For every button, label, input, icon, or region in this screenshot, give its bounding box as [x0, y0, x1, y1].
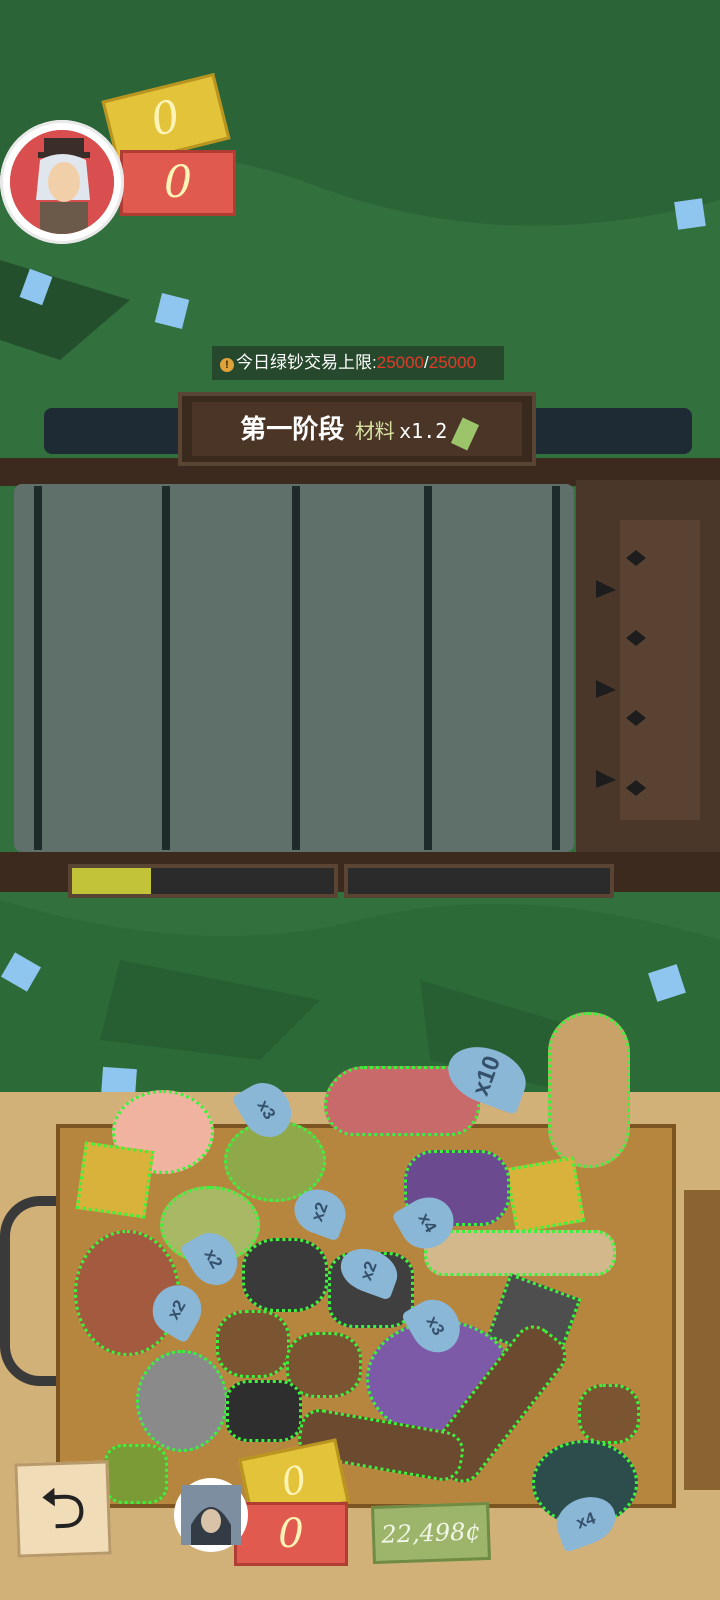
sushi-roll-item[interactable] [242, 1238, 328, 1312]
trade-limit-max: 25000 [428, 353, 477, 372]
crusher-bar [424, 486, 432, 850]
yellow-gem-item[interactable] [75, 1141, 155, 1219]
pinecone-item[interactable] [578, 1384, 640, 1444]
daily-trade-limit: ! 今日绿钞交易上限:25000/25000 [212, 346, 504, 380]
material-multiplier: x1.2 [399, 419, 448, 443]
crusher-bar [552, 486, 560, 850]
cash-icon [450, 417, 479, 451]
crusher-roller-right [530, 408, 692, 454]
trade-limit-label: 今日绿钞交易上限: [236, 353, 377, 372]
bottom-red-score-badge: 0 [234, 1502, 348, 1566]
stage-progress-bar [68, 864, 338, 898]
money-display: 22,498¢ [371, 1501, 491, 1565]
progress-fill [72, 868, 151, 894]
money-amount: 22,498¢ [380, 1517, 482, 1549]
herb-item[interactable] [104, 1444, 168, 1504]
material-label: 材料 [354, 421, 395, 443]
character-portrait-icon [10, 130, 114, 234]
bottom-player-portrait [181, 1485, 241, 1545]
red-score-badge: 0 [120, 150, 236, 216]
stage-title: 第一阶段 [240, 414, 345, 444]
crusher-bar [34, 486, 42, 850]
player-avatar-portrait [10, 130, 114, 234]
rope-item[interactable] [548, 1012, 630, 1168]
log-item[interactable] [424, 1230, 616, 1276]
crusher-press-plate [576, 480, 720, 852]
red-score-value: 0 [164, 157, 192, 208]
trade-limit-current: 25000 [376, 353, 425, 372]
return-arrow-icon: ⮌ [38, 1475, 88, 1542]
grey-stone-item[interactable] [136, 1350, 228, 1452]
coal-item[interactable] [226, 1380, 302, 1442]
bottom-red-score-value: 0 [278, 1511, 304, 1557]
spike-icon [596, 520, 700, 820]
info-icon: ! [220, 358, 234, 372]
crusher-bar [292, 486, 300, 850]
stage-banner-text: 第一阶段 材料 x1.2 [192, 402, 522, 456]
stage-progress-bar-next [344, 864, 614, 898]
hook-icon [0, 1196, 60, 1386]
crusher-bar [162, 486, 170, 850]
confetti-paper [674, 198, 706, 230]
pinecone-item[interactable] [216, 1310, 290, 1378]
back-button[interactable]: ⮌ [14, 1460, 112, 1558]
next-bin-edge [684, 1190, 720, 1490]
yellow-gem-item[interactable] [504, 1156, 586, 1234]
crusher-roller-left [44, 408, 194, 454]
hooded-character-icon [181, 1485, 241, 1545]
